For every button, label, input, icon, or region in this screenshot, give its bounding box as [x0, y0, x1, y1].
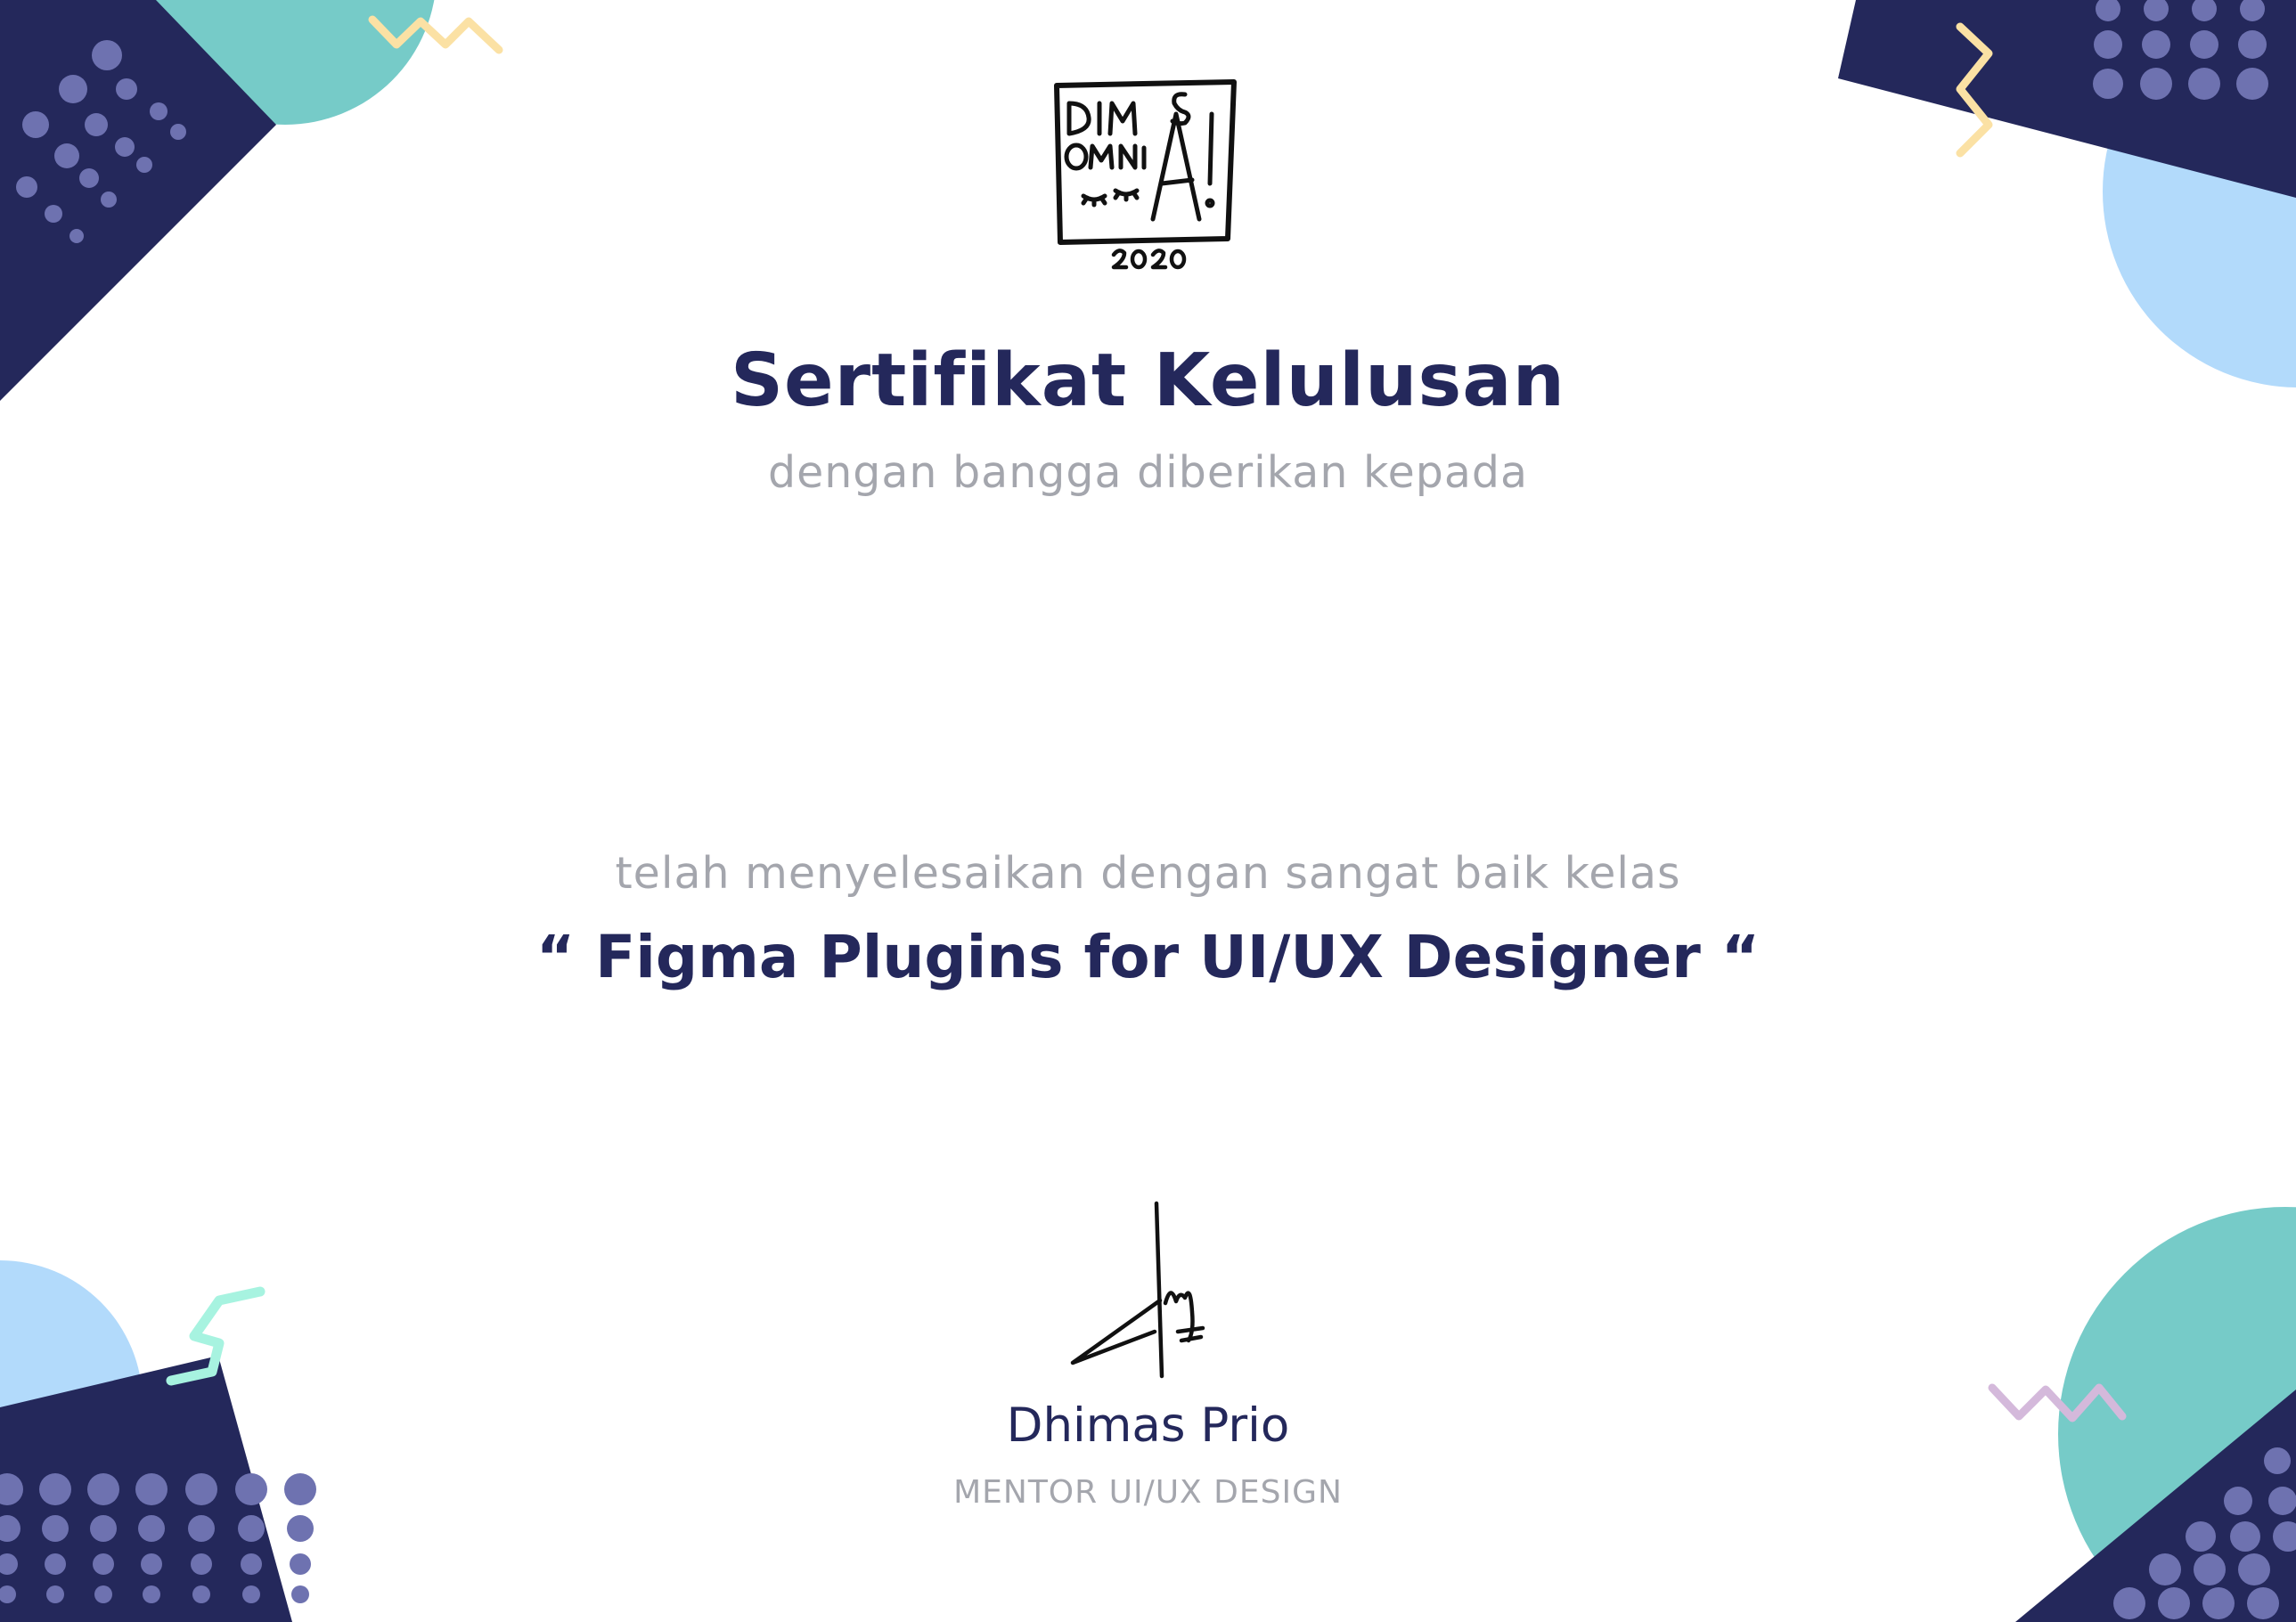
- course-name: “ Figma Plugins for UI/UX Designer “: [535, 923, 1761, 991]
- dimas-omnia-logo-icon: [1054, 79, 1237, 270]
- certificate-subtitle: dengan bangga diberikan kepada: [768, 447, 1528, 498]
- mentor-name: Dhimas Prio: [1006, 1398, 1290, 1453]
- mentor-signature: [1070, 1201, 1205, 1379]
- certificate-page: Sertifikat Kelulusan dengan bangga diber…: [0, 0, 2296, 1622]
- navy-band-top-right: [1838, 0, 2296, 198]
- completion-text: telah menyelesaikan dengan sangat baik k…: [615, 848, 1681, 899]
- certificate-title: Sertifikat Kelulusan: [730, 338, 1565, 423]
- mentor-role: MENTOR UI/UX DESIGN: [953, 1474, 1343, 1511]
